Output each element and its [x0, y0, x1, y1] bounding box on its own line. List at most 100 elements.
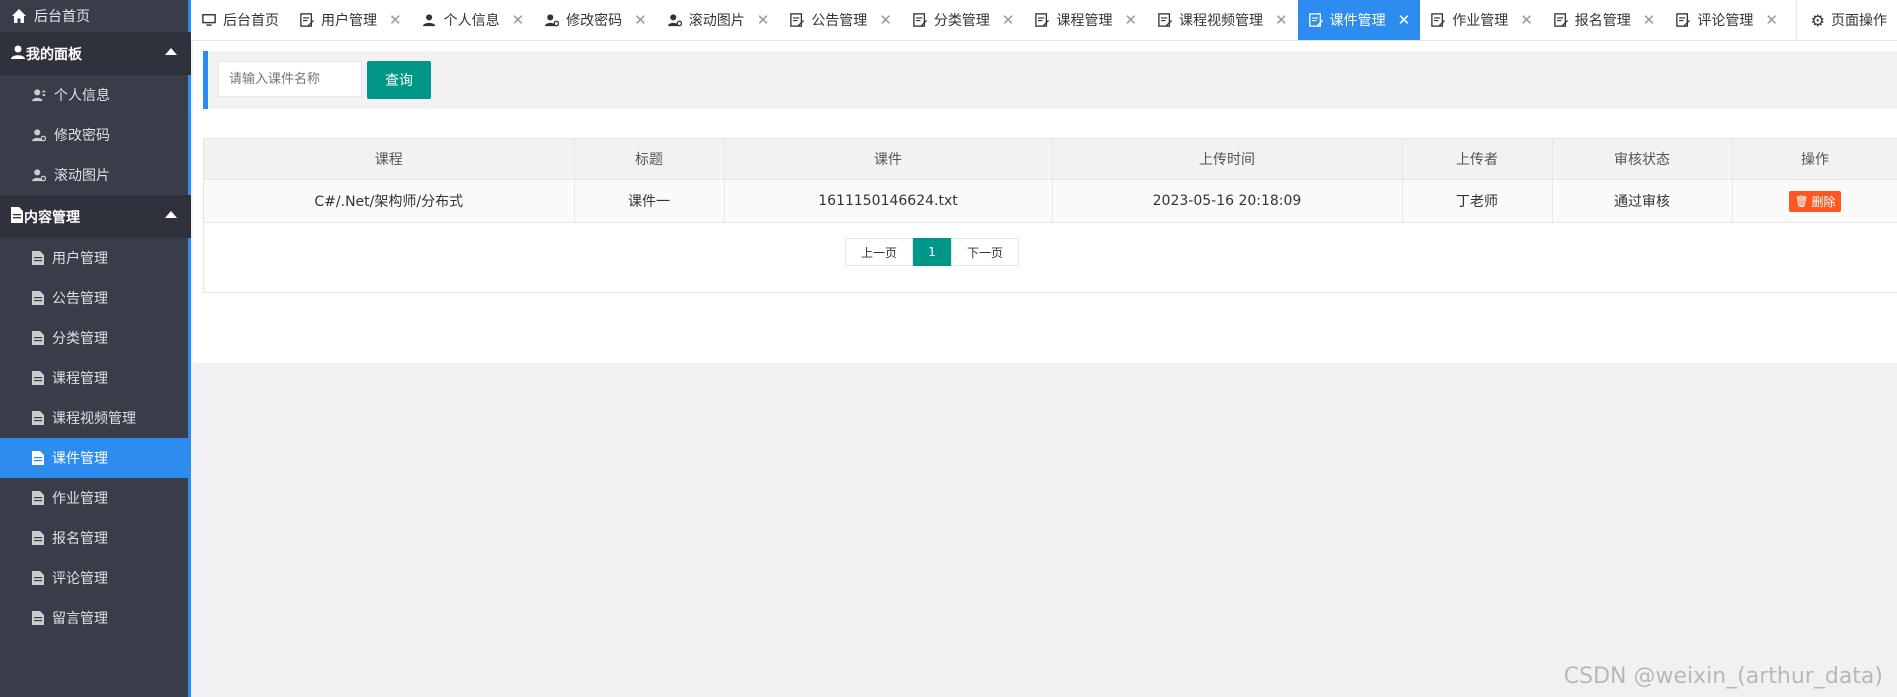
tab-label: 分类管理	[933, 13, 990, 29]
close-icon[interactable]: ✕	[757, 11, 770, 29]
sidebar-item-coursewares[interactable]: 课件管理	[0, 438, 191, 478]
close-icon[interactable]: ✕	[1520, 11, 1533, 29]
col-header-file[interactable]: 课件	[724, 139, 1053, 180]
next-page-button[interactable]: 下一页	[951, 238, 1019, 266]
watermark: CSDN @weixin_(arthur_data)	[1563, 664, 1883, 689]
tab-label: 用户管理	[321, 13, 377, 29]
edit-icon	[789, 12, 805, 28]
tab-course-videos[interactable]: 课程视频管理 ✕	[1147, 0, 1298, 40]
tab-notices[interactable]: 公告管理 ✕	[779, 0, 902, 40]
tab-enrollments[interactable]: 报名管理 ✕	[1543, 0, 1666, 40]
col-header-actions: 操作	[1732, 139, 1897, 180]
tab-users[interactable]: 用户管理 ✕	[289, 0, 412, 40]
search-input[interactable]	[218, 61, 362, 97]
file-icon	[32, 491, 44, 505]
cell-uploader: 丁老师	[1402, 179, 1553, 223]
cell-review-status: 通过审核	[1552, 179, 1733, 223]
delete-button[interactable]: 🗑 删除	[1788, 190, 1842, 212]
file-icon	[32, 611, 44, 625]
sidebar-item-label: 滚动图片	[54, 168, 110, 184]
tab-homework[interactable]: 作业管理 ✕	[1420, 0, 1543, 40]
close-icon[interactable]: ✕	[634, 11, 647, 29]
col-header-title[interactable]: 标题	[574, 139, 725, 180]
tab-label: 公告管理	[811, 13, 868, 29]
sidebar-home-label: 后台首页	[34, 9, 90, 25]
current-page-button[interactable]: 1	[913, 238, 951, 266]
col-header-review-status[interactable]: 审核状态	[1552, 139, 1733, 180]
document-icon	[10, 206, 24, 227]
tab-comments[interactable]: 评论管理 ✕	[1665, 0, 1788, 40]
sidebar-item-homework[interactable]: 作业管理	[0, 478, 191, 518]
col-header-upload-time[interactable]: 上传时间	[1052, 139, 1403, 180]
table-row[interactable]: C#/.Net/架构师/分布式 课件一 1611150146624.txt 20…	[204, 179, 1897, 223]
courseware-table: 课程 标题 课件 上传时间 上传者 审核状态 操作 C#/.Net/架构师/分布…	[203, 138, 1897, 293]
page-operations-button[interactable]: ⚙ 页面操作	[1795, 0, 1897, 40]
edit-icon	[1553, 12, 1569, 28]
delete-label: 删除	[1811, 194, 1836, 209]
sidebar-item-enrollments[interactable]: 报名管理	[0, 518, 191, 558]
sidebar-group-my-panel[interactable]: 我的面板	[0, 32, 191, 75]
edit-icon	[1308, 12, 1324, 28]
sidebar-item-messages[interactable]: 留言管理	[0, 598, 191, 638]
prev-page-button[interactable]: 上一页	[845, 238, 913, 266]
tab-profile[interactable]: 个人信息 ✕	[412, 0, 535, 40]
sidebar-item-label: 公告管理	[52, 291, 108, 307]
close-icon[interactable]: ✕	[1275, 11, 1288, 29]
col-header-course[interactable]: 课程	[204, 139, 575, 180]
close-icon[interactable]: ✕	[1765, 11, 1778, 29]
edit-icon	[912, 12, 928, 28]
sidebar-item-password[interactable]: 修改密码	[0, 115, 191, 155]
tab-label: 后台首页	[223, 13, 279, 29]
sidebar-item-course-videos[interactable]: 课程视频管理	[0, 398, 191, 438]
tab-coursewares[interactable]: 课件管理 ✕	[1297, 0, 1421, 40]
search-button[interactable]: 查询	[367, 61, 431, 99]
trash-icon: 🗑	[1794, 194, 1809, 208]
sidebar-item-label: 课件管理	[52, 451, 108, 467]
monitor-icon	[201, 12, 217, 28]
close-icon[interactable]: ✕	[1002, 11, 1015, 29]
home-icon	[10, 7, 28, 25]
sidebar-item-banner[interactable]: 滚动图片	[0, 155, 191, 195]
sidebar-item-categories[interactable]: 分类管理	[0, 318, 191, 358]
col-header-uploader[interactable]: 上传者	[1402, 139, 1553, 180]
main-content: 查询 课程 标题 课件 上传时间 上传者 审核状态 操作	[193, 41, 1897, 363]
user-key-icon	[32, 168, 48, 182]
sidebar-item-label: 课程视频管理	[52, 411, 136, 427]
tab-courses[interactable]: 课程管理 ✕	[1024, 0, 1147, 40]
tab-home[interactable]: 后台首页	[191, 0, 289, 40]
sidebar-home[interactable]: 后台首页	[0, 0, 191, 32]
sidebar-item-label: 修改密码	[54, 128, 110, 144]
file-icon	[32, 331, 44, 345]
cell-course: C#/.Net/架构师/分布式	[204, 179, 575, 223]
close-icon[interactable]: ✕	[389, 11, 402, 29]
close-icon[interactable]: ✕	[1398, 11, 1411, 29]
edit-icon	[1430, 12, 1446, 28]
close-icon[interactable]: ✕	[1124, 11, 1137, 29]
user-key-icon	[32, 128, 48, 142]
tab-label: 修改密码	[566, 13, 623, 29]
file-icon	[32, 251, 44, 265]
sidebar-item-users[interactable]: 用户管理	[0, 238, 191, 278]
tab-label: 个人信息	[443, 13, 500, 29]
user-key-icon	[544, 12, 560, 28]
page-operations-label: 页面操作	[1831, 13, 1887, 29]
sidebar: 后台首页 我的面板 个人信息 修改密码 滚动图片 内容管理 用户管理 公告管理 …	[0, 0, 191, 697]
close-icon[interactable]: ✕	[512, 11, 525, 29]
tab-categories[interactable]: 分类管理 ✕	[902, 0, 1025, 40]
sidebar-item-comments[interactable]: 评论管理	[0, 558, 191, 598]
sidebar-item-label: 评论管理	[52, 571, 108, 587]
tab-label: 报名管理	[1574, 13, 1631, 29]
sidebar-item-courses[interactable]: 课程管理	[0, 358, 191, 398]
cell-actions: 🗑 删除	[1732, 179, 1897, 223]
sidebar-group-content[interactable]: 内容管理	[0, 195, 191, 238]
sidebar-item-profile[interactable]: 个人信息	[0, 75, 191, 115]
tab-label: 滚动图片	[688, 13, 745, 29]
tab-password[interactable]: 修改密码 ✕	[534, 0, 657, 40]
tab-banner[interactable]: 滚动图片 ✕	[657, 0, 780, 40]
pagination: 上一页 1 下一页	[845, 238, 1019, 266]
close-icon[interactable]: ✕	[1643, 11, 1656, 29]
data-table: 课程 标题 课件 上传时间 上传者 审核状态 操作 C#/.Net/架构师/分布…	[204, 139, 1897, 223]
close-icon[interactable]: ✕	[879, 11, 892, 29]
chevron-up-icon	[165, 211, 177, 218]
sidebar-item-notices[interactable]: 公告管理	[0, 278, 191, 318]
